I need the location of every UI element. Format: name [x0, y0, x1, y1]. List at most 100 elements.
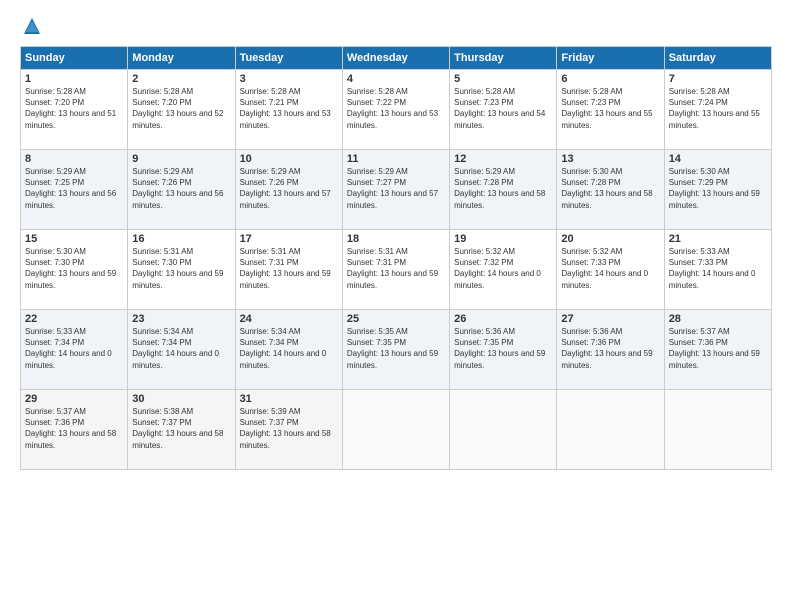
day-number: 24	[240, 313, 338, 325]
day-number: 1	[25, 73, 123, 85]
week-row-4: 22Sunrise: 5:33 AMSunset: 7:34 PMDayligh…	[21, 310, 772, 390]
page: SundayMondayTuesdayWednesdayThursdayFrid…	[0, 0, 792, 612]
day-number: 4	[347, 73, 445, 85]
day-cell: 14Sunrise: 5:30 AMSunset: 7:29 PMDayligh…	[664, 150, 771, 230]
day-info: Sunrise: 5:28 AMSunset: 7:23 PMDaylight:…	[454, 86, 552, 131]
day-number: 2	[132, 73, 230, 85]
day-number: 22	[25, 313, 123, 325]
day-number: 5	[454, 73, 552, 85]
logo	[20, 16, 42, 36]
logo-icon	[22, 16, 42, 36]
day-info: Sunrise: 5:32 AMSunset: 7:32 PMDaylight:…	[454, 246, 552, 291]
day-cell: 23Sunrise: 5:34 AMSunset: 7:34 PMDayligh…	[128, 310, 235, 390]
day-cell: 19Sunrise: 5:32 AMSunset: 7:32 PMDayligh…	[450, 230, 557, 310]
day-cell: 28Sunrise: 5:37 AMSunset: 7:36 PMDayligh…	[664, 310, 771, 390]
day-cell: 17Sunrise: 5:31 AMSunset: 7:31 PMDayligh…	[235, 230, 342, 310]
day-number: 21	[669, 233, 767, 245]
day-number: 9	[132, 153, 230, 165]
day-info: Sunrise: 5:28 AMSunset: 7:20 PMDaylight:…	[25, 86, 123, 131]
day-number: 18	[347, 233, 445, 245]
day-number: 6	[561, 73, 659, 85]
day-cell: 10Sunrise: 5:29 AMSunset: 7:26 PMDayligh…	[235, 150, 342, 230]
week-row-5: 29Sunrise: 5:37 AMSunset: 7:36 PMDayligh…	[21, 390, 772, 470]
day-number: 30	[132, 393, 230, 405]
day-info: Sunrise: 5:37 AMSunset: 7:36 PMDaylight:…	[25, 406, 123, 451]
day-number: 23	[132, 313, 230, 325]
day-number: 10	[240, 153, 338, 165]
day-cell: 9Sunrise: 5:29 AMSunset: 7:26 PMDaylight…	[128, 150, 235, 230]
day-cell: 13Sunrise: 5:30 AMSunset: 7:28 PMDayligh…	[557, 150, 664, 230]
day-number: 16	[132, 233, 230, 245]
day-cell: 15Sunrise: 5:30 AMSunset: 7:30 PMDayligh…	[21, 230, 128, 310]
day-info: Sunrise: 5:30 AMSunset: 7:28 PMDaylight:…	[561, 166, 659, 211]
day-number: 27	[561, 313, 659, 325]
weekday-thursday: Thursday	[450, 47, 557, 70]
day-cell: 21Sunrise: 5:33 AMSunset: 7:33 PMDayligh…	[664, 230, 771, 310]
day-number: 31	[240, 393, 338, 405]
calendar: SundayMondayTuesdayWednesdayThursdayFrid…	[20, 46, 772, 470]
day-info: Sunrise: 5:28 AMSunset: 7:24 PMDaylight:…	[669, 86, 767, 131]
day-number: 26	[454, 313, 552, 325]
header	[20, 16, 772, 36]
day-cell: 22Sunrise: 5:33 AMSunset: 7:34 PMDayligh…	[21, 310, 128, 390]
day-cell: 30Sunrise: 5:38 AMSunset: 7:37 PMDayligh…	[128, 390, 235, 470]
day-number: 28	[669, 313, 767, 325]
day-info: Sunrise: 5:36 AMSunset: 7:36 PMDaylight:…	[561, 326, 659, 371]
day-cell: 29Sunrise: 5:37 AMSunset: 7:36 PMDayligh…	[21, 390, 128, 470]
day-info: Sunrise: 5:31 AMSunset: 7:31 PMDaylight:…	[240, 246, 338, 291]
day-info: Sunrise: 5:28 AMSunset: 7:23 PMDaylight:…	[561, 86, 659, 131]
day-cell: 11Sunrise: 5:29 AMSunset: 7:27 PMDayligh…	[342, 150, 449, 230]
day-number: 19	[454, 233, 552, 245]
day-info: Sunrise: 5:34 AMSunset: 7:34 PMDaylight:…	[240, 326, 338, 371]
calendar-body: 1Sunrise: 5:28 AMSunset: 7:20 PMDaylight…	[21, 70, 772, 470]
day-info: Sunrise: 5:28 AMSunset: 7:21 PMDaylight:…	[240, 86, 338, 131]
weekday-tuesday: Tuesday	[235, 47, 342, 70]
day-info: Sunrise: 5:33 AMSunset: 7:34 PMDaylight:…	[25, 326, 123, 371]
weekday-saturday: Saturday	[664, 47, 771, 70]
weekday-sunday: Sunday	[21, 47, 128, 70]
day-info: Sunrise: 5:31 AMSunset: 7:30 PMDaylight:…	[132, 246, 230, 291]
day-info: Sunrise: 5:34 AMSunset: 7:34 PMDaylight:…	[132, 326, 230, 371]
day-info: Sunrise: 5:30 AMSunset: 7:30 PMDaylight:…	[25, 246, 123, 291]
day-cell: 25Sunrise: 5:35 AMSunset: 7:35 PMDayligh…	[342, 310, 449, 390]
day-number: 29	[25, 393, 123, 405]
day-cell	[342, 390, 449, 470]
day-cell: 27Sunrise: 5:36 AMSunset: 7:36 PMDayligh…	[557, 310, 664, 390]
day-cell: 16Sunrise: 5:31 AMSunset: 7:30 PMDayligh…	[128, 230, 235, 310]
day-info: Sunrise: 5:39 AMSunset: 7:37 PMDaylight:…	[240, 406, 338, 451]
day-cell: 6Sunrise: 5:28 AMSunset: 7:23 PMDaylight…	[557, 70, 664, 150]
day-info: Sunrise: 5:32 AMSunset: 7:33 PMDaylight:…	[561, 246, 659, 291]
day-cell	[450, 390, 557, 470]
weekday-wednesday: Wednesday	[342, 47, 449, 70]
day-info: Sunrise: 5:28 AMSunset: 7:20 PMDaylight:…	[132, 86, 230, 131]
day-info: Sunrise: 5:29 AMSunset: 7:26 PMDaylight:…	[240, 166, 338, 211]
day-info: Sunrise: 5:29 AMSunset: 7:26 PMDaylight:…	[132, 166, 230, 211]
weekday-monday: Monday	[128, 47, 235, 70]
day-info: Sunrise: 5:28 AMSunset: 7:22 PMDaylight:…	[347, 86, 445, 131]
day-number: 17	[240, 233, 338, 245]
day-info: Sunrise: 5:30 AMSunset: 7:29 PMDaylight:…	[669, 166, 767, 211]
day-cell: 31Sunrise: 5:39 AMSunset: 7:37 PMDayligh…	[235, 390, 342, 470]
day-info: Sunrise: 5:36 AMSunset: 7:35 PMDaylight:…	[454, 326, 552, 371]
day-info: Sunrise: 5:31 AMSunset: 7:31 PMDaylight:…	[347, 246, 445, 291]
day-cell: 20Sunrise: 5:32 AMSunset: 7:33 PMDayligh…	[557, 230, 664, 310]
day-number: 8	[25, 153, 123, 165]
weekday-friday: Friday	[557, 47, 664, 70]
day-cell: 7Sunrise: 5:28 AMSunset: 7:24 PMDaylight…	[664, 70, 771, 150]
week-row-3: 15Sunrise: 5:30 AMSunset: 7:30 PMDayligh…	[21, 230, 772, 310]
day-number: 25	[347, 313, 445, 325]
week-row-2: 8Sunrise: 5:29 AMSunset: 7:25 PMDaylight…	[21, 150, 772, 230]
day-cell: 26Sunrise: 5:36 AMSunset: 7:35 PMDayligh…	[450, 310, 557, 390]
day-info: Sunrise: 5:38 AMSunset: 7:37 PMDaylight:…	[132, 406, 230, 451]
day-cell: 12Sunrise: 5:29 AMSunset: 7:28 PMDayligh…	[450, 150, 557, 230]
day-number: 11	[347, 153, 445, 165]
day-number: 20	[561, 233, 659, 245]
day-number: 15	[25, 233, 123, 245]
day-info: Sunrise: 5:29 AMSunset: 7:28 PMDaylight:…	[454, 166, 552, 211]
week-row-1: 1Sunrise: 5:28 AMSunset: 7:20 PMDaylight…	[21, 70, 772, 150]
day-info: Sunrise: 5:29 AMSunset: 7:25 PMDaylight:…	[25, 166, 123, 211]
day-info: Sunrise: 5:37 AMSunset: 7:36 PMDaylight:…	[669, 326, 767, 371]
day-cell: 5Sunrise: 5:28 AMSunset: 7:23 PMDaylight…	[450, 70, 557, 150]
day-cell	[664, 390, 771, 470]
day-cell: 2Sunrise: 5:28 AMSunset: 7:20 PMDaylight…	[128, 70, 235, 150]
